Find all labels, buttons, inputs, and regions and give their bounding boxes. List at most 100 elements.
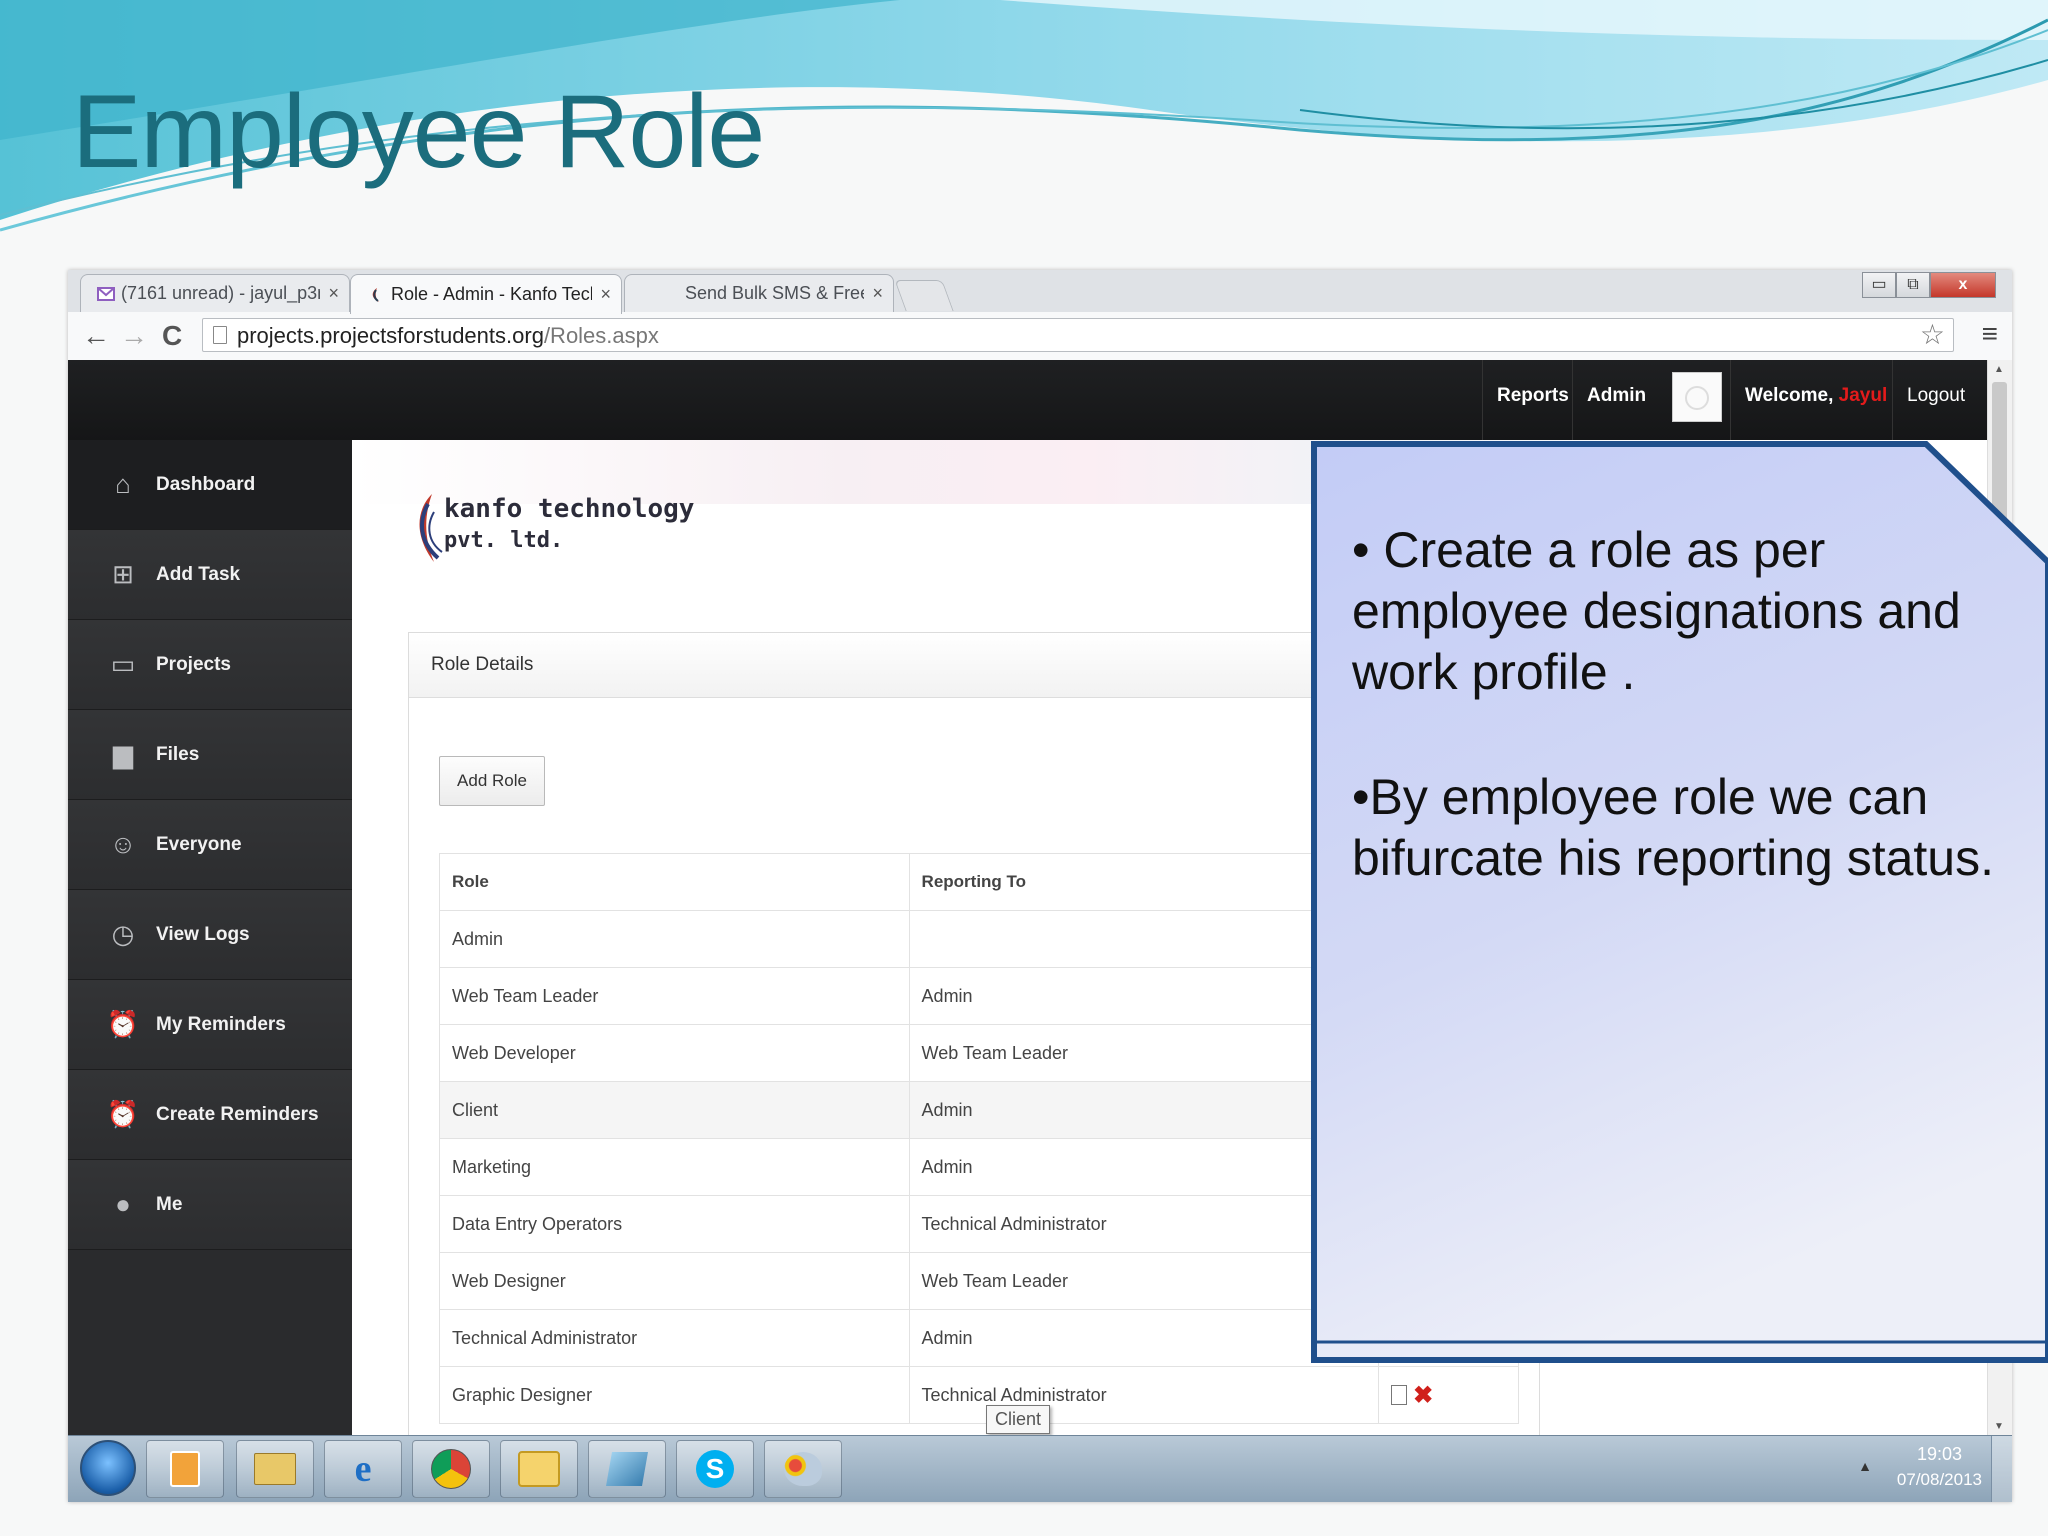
role-cell: Data Entry Operators — [439, 1195, 910, 1253]
address-bar[interactable]: projects.projectsforstudents.org/Roles.a… — [202, 318, 1954, 352]
clock-icon: ◷ — [111, 919, 135, 949]
tab-label: (7161 unread) - jayul_p3nt — [121, 283, 321, 303]
logo-text-line1: kanfo technology — [444, 494, 695, 524]
back-button[interactable]: ← — [82, 320, 110, 352]
sidebar-item-label: Dashboard — [156, 473, 256, 495]
skype-icon[interactable]: S — [676, 1440, 754, 1498]
callout-bullet: • Create a role as per employee designat… — [1352, 522, 1961, 700]
bookmark-star-icon[interactable]: ☆ — [1920, 318, 1945, 352]
file-explorer-icon[interactable] — [236, 1440, 314, 1498]
media-player-icon[interactable] — [146, 1440, 224, 1498]
tab-roles[interactable]: Role - Admin - Kanfo Tecl × — [350, 274, 622, 314]
column-header-reporting-to[interactable]: Reporting To — [908, 853, 1380, 911]
mail-icon — [97, 286, 115, 301]
alarm-clock-icon: ⏰ — [106, 1009, 140, 1039]
app-top-bar: Reports Admin Welcome, Jayul Logout — [68, 360, 1988, 440]
role-cell: Web Designer — [439, 1252, 910, 1310]
reporting-to-cell: Technical Administrator — [908, 1195, 1380, 1253]
callout-text: • Create a role as per employee designat… — [1352, 520, 2042, 889]
tab-label: Send Bulk SMS & Free SM — [685, 283, 864, 303]
logout-link[interactable]: Logout — [1892, 360, 1979, 440]
show-desktop-button[interactable] — [1991, 1436, 2012, 1502]
sidebar-item-label: Everyone — [156, 833, 242, 855]
close-window-button[interactable]: x — [1930, 272, 1996, 298]
reporting-to-cell: Admin — [908, 1138, 1380, 1196]
sidebar-item-add-task[interactable]: ⊞ Add Task — [68, 530, 352, 620]
callout-bullet: •By employee role we can bifurcate his r… — [1352, 769, 1994, 886]
page-icon — [213, 326, 227, 344]
sidebar-item-label: Files — [156, 743, 200, 765]
tab-email[interactable]: (7161 unread) - jayul_p3nt × — [80, 274, 350, 312]
reporting-to-cell: Admin — [908, 1309, 1380, 1367]
sidebar-item-create-reminders[interactable]: ⏰ Create Reminders — [68, 1070, 352, 1160]
close-tab-icon[interactable]: × — [600, 284, 611, 305]
role-cell: Graphic Designer — [439, 1366, 910, 1424]
sidebar: ⌂ Dashboard ⊞ Add Task ▭ Projects ▆ Files ☺ E… — [68, 440, 352, 1436]
welcome-user-name: Jayul — [1838, 385, 1888, 406]
kanfo-icon — [372, 287, 379, 302]
sidebar-item-everyone[interactable]: ☺ Everyone — [68, 800, 352, 890]
paint-icon[interactable] — [764, 1440, 842, 1498]
sidebar-item-files[interactable]: ▆ Files — [68, 710, 352, 800]
reporting-to-cell — [908, 910, 1380, 968]
reporting-to-cell: Web Team Leader — [908, 1252, 1380, 1310]
outlook-icon[interactable] — [500, 1440, 578, 1498]
reports-link[interactable]: Reports — [1482, 360, 1583, 440]
delete-icon[interactable]: ✖ — [1413, 1382, 1433, 1409]
sidebar-item-label: Create Reminders — [156, 1103, 319, 1125]
column-header-role[interactable]: Role — [439, 853, 910, 911]
edit-icon[interactable] — [1391, 1385, 1408, 1405]
new-tab-button[interactable] — [894, 280, 954, 311]
logo-text-line2: pvt. ltd. — [444, 528, 564, 553]
scroll-up-arrow-icon[interactable]: ▲ — [1994, 364, 2004, 375]
scroll-down-arrow-icon[interactable]: ▼ — [1994, 1421, 2004, 1432]
chrome-icon[interactable] — [412, 1440, 490, 1498]
forward-button[interactable]: → — [120, 320, 148, 352]
add-role-button[interactable]: Add Role — [439, 756, 545, 806]
avatar-placeholder-icon — [1685, 386, 1709, 410]
clock-time[interactable]: 19:03 — [1917, 1444, 1962, 1465]
company-logo[interactable]: kanfo technology pvt. ltd. — [412, 492, 694, 569]
role-cell: Client — [439, 1081, 910, 1139]
welcome-prefix: Welcome, — [1745, 385, 1839, 406]
notepad-icon[interactable] — [588, 1440, 666, 1498]
role-cell: Admin — [439, 910, 910, 968]
close-tab-icon[interactable]: × — [328, 283, 339, 304]
user-icon: ● — [115, 1189, 131, 1219]
reporting-to-cell: Web Team Leader — [908, 1024, 1380, 1082]
kanfo-logo-mark — [419, 494, 443, 562]
actions-cell: ✖ — [1378, 1366, 1519, 1424]
sidebar-item-label: View Logs — [156, 923, 250, 945]
sidebar-item-dashboard[interactable]: ⌂ Dashboard — [68, 440, 352, 530]
slide-title: Employee Role — [72, 74, 765, 190]
browser-toolbar: ← → C projects.projectsforstudents.org/R… — [68, 312, 2012, 361]
reporting-to-cell: Admin — [908, 1081, 1380, 1139]
tab-label: Role - Admin - Kanfo Tecl — [391, 284, 593, 304]
sidebar-item-view-logs[interactable]: ◷ View Logs — [68, 890, 352, 980]
table-row: Graphic Designer Technical Administrator ✖ — [439, 1366, 1519, 1424]
tab-strip: (7161 unread) - jayul_p3nt × Role - Admi… — [68, 270, 2012, 314]
tab-sms[interactable]: Send Bulk SMS & Free SM × — [624, 274, 894, 312]
people-icon: ☺ — [109, 829, 137, 859]
start-button[interactable] — [80, 1440, 136, 1496]
close-tab-icon[interactable]: × — [872, 283, 883, 304]
reload-button[interactable]: C — [162, 320, 182, 352]
internet-explorer-icon[interactable]: e — [324, 1440, 402, 1498]
role-cell: Marketing — [439, 1138, 910, 1196]
sidebar-item-projects[interactable]: ▭ Projects — [68, 620, 352, 710]
sidebar-item-my-reminders[interactable]: ⏰ My Reminders — [68, 980, 352, 1070]
clock-date[interactable]: 07/08/2013 — [1897, 1470, 1982, 1490]
reporting-to-cell: Admin — [908, 967, 1380, 1025]
sidebar-item-label: My Reminders — [156, 1013, 286, 1035]
show-hidden-icons-button[interactable]: ▲ — [1858, 1458, 1872, 1474]
sidebar-item-me[interactable]: ● Me — [68, 1160, 352, 1250]
maximize-button[interactable]: ⧉ — [1896, 272, 1930, 298]
avatar[interactable] — [1672, 372, 1722, 422]
alarm-clock-icon: ⏰ — [106, 1099, 140, 1129]
browser-menu-icon[interactable]: ≡ — [1982, 318, 1998, 350]
minimize-button[interactable]: ▭ — [1862, 272, 1896, 298]
admin-link[interactable]: Admin — [1572, 360, 1660, 440]
url-host: projects.projectsforstudents.org — [237, 323, 544, 348]
sidebar-item-label: Projects — [156, 653, 231, 675]
add-task-icon: ⊞ — [112, 559, 134, 589]
